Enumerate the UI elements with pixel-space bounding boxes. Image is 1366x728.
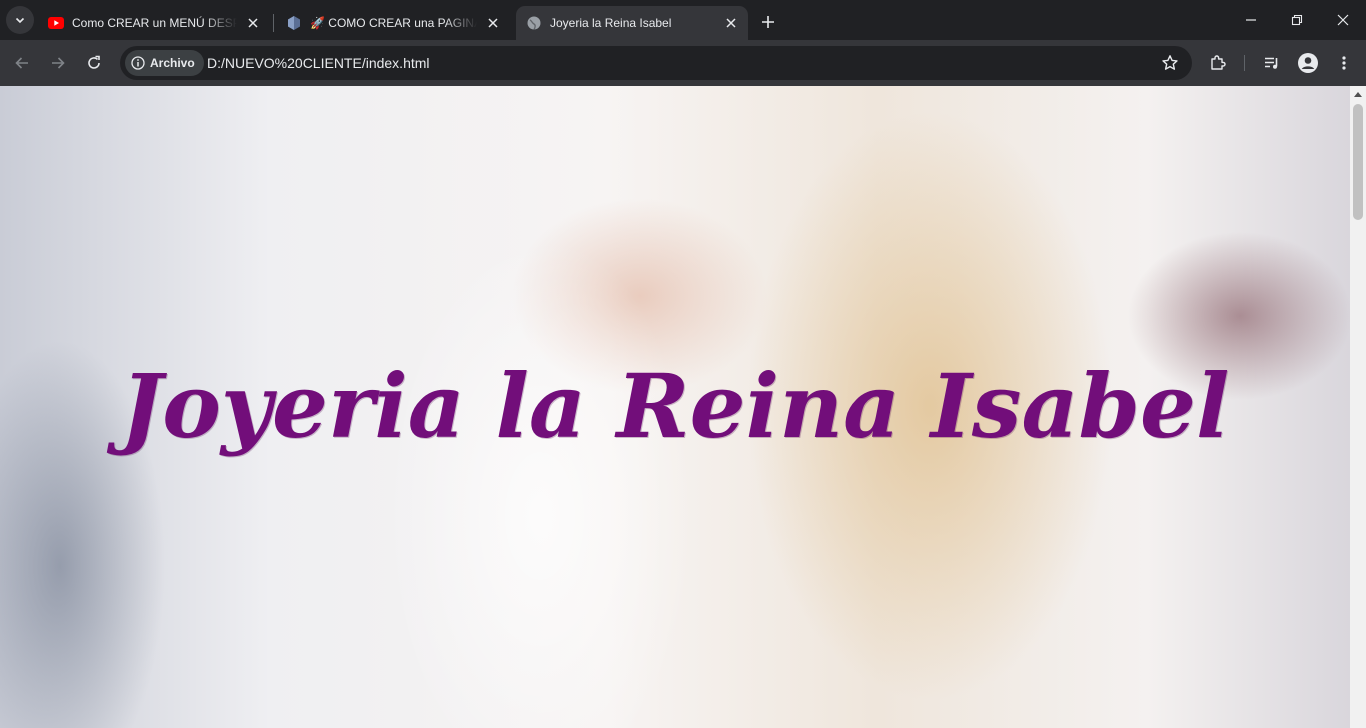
browser-toolbar: Archivo D:/NUEVO%20CLIENTE/index.html — [0, 40, 1366, 86]
toolbar-divider — [1244, 55, 1245, 71]
back-button[interactable] — [8, 49, 36, 77]
site-info-label: Archivo — [150, 56, 195, 70]
chevron-down-icon — [15, 17, 25, 24]
media-queue-icon — [1265, 57, 1278, 69]
minimize-icon — [1246, 19, 1256, 21]
menu-button[interactable] — [1330, 49, 1358, 77]
close-icon — [1337, 14, 1349, 26]
page-viewport: Joyeria la Reina Isabel — [0, 86, 1350, 728]
minimize-button[interactable] — [1228, 0, 1274, 40]
youtube-icon — [48, 15, 64, 31]
tab-youtube[interactable]: Como CREAR un MENÚ DESPLEGABLE — [38, 6, 270, 40]
url-text[interactable]: D:/NUEVO%20CLIENTE/index.html — [207, 55, 430, 71]
extensions-button[interactable] — [1204, 49, 1232, 77]
reload-button[interactable] — [80, 49, 108, 77]
kebab-menu-icon — [1342, 56, 1346, 70]
tab-separator — [273, 14, 274, 32]
tab-pagina-web[interactable]: 🚀 COMO CREAR una PAGINA WEB — [276, 6, 510, 40]
close-tab-icon[interactable] — [485, 15, 501, 31]
star-icon — [1162, 55, 1178, 70]
close-window-button[interactable] — [1320, 0, 1366, 40]
tab-strip: Como CREAR un MENÚ DESPLEGABLE 🚀 COMO CR… — [0, 0, 1366, 40]
globe-icon — [526, 15, 542, 31]
tab-joyeria-active[interactable]: Joyeria la Reina Isabel — [516, 6, 748, 40]
address-bar[interactable]: Archivo D:/NUEVO%20CLIENTE/index.html — [120, 46, 1192, 80]
site-icon — [286, 15, 302, 31]
restore-icon — [1291, 14, 1303, 26]
tab-search-button[interactable] — [6, 6, 34, 34]
new-tab-button[interactable] — [754, 8, 782, 36]
forward-button[interactable] — [44, 49, 72, 77]
close-tab-icon[interactable] — [245, 15, 261, 31]
arrow-left-icon — [15, 57, 28, 69]
profile-button[interactable] — [1294, 49, 1322, 77]
scroll-up-arrow[interactable] — [1350, 86, 1366, 102]
vertical-scrollbar[interactable] — [1350, 86, 1366, 728]
page-title: Joyeria la Reina Isabel — [120, 354, 1230, 458]
tab-title: Como CREAR un MENÚ DESPLEGABLE — [72, 16, 237, 30]
avatar-icon — [1298, 53, 1318, 73]
info-icon — [131, 56, 145, 70]
plus-icon — [762, 16, 774, 28]
scrollbar-thumb[interactable] — [1353, 104, 1363, 220]
puzzle-icon — [1211, 55, 1226, 70]
close-tab-icon[interactable] — [723, 15, 739, 31]
restore-button[interactable] — [1274, 0, 1320, 40]
triangle-up-icon — [1354, 92, 1362, 97]
site-info-chip[interactable]: Archivo — [125, 50, 204, 76]
tab-title: 🚀 COMO CREAR una PAGINA WEB — [310, 16, 477, 30]
media-control-button[interactable] — [1258, 49, 1286, 77]
reload-icon — [88, 55, 100, 69]
arrow-right-icon — [52, 57, 65, 69]
tab-title: Joyeria la Reina Isabel — [550, 16, 672, 30]
bookmark-star-button[interactable] — [1158, 51, 1182, 75]
